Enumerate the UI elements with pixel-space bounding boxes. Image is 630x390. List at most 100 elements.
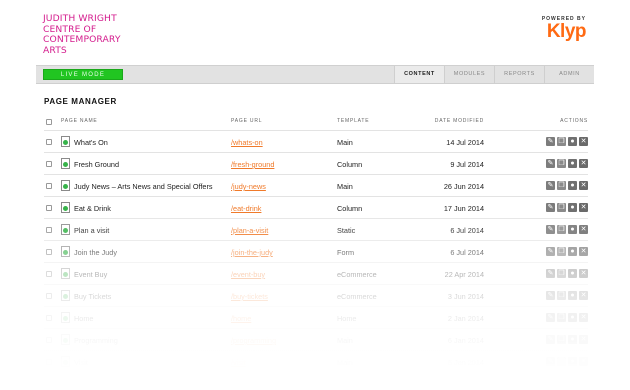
row-checkbox[interactable] bbox=[46, 293, 52, 299]
duplicate-icon[interactable]: ❐ bbox=[557, 313, 566, 322]
delete-icon[interactable]: ✕ bbox=[579, 247, 588, 256]
duplicate-icon[interactable]: ❐ bbox=[557, 247, 566, 256]
duplicate-icon[interactable]: ❐ bbox=[557, 159, 566, 168]
page-url-link[interactable]: /programming bbox=[231, 336, 276, 345]
delete-icon[interactable]: ✕ bbox=[579, 203, 588, 212]
row-checkbox[interactable] bbox=[46, 227, 52, 233]
edit-icon[interactable]: ✎ bbox=[546, 225, 555, 234]
page-url-link[interactable]: /buy-tickets bbox=[231, 292, 268, 301]
table-row[interactable]: What's On/whats-on Main 14 Jul 2014 ✎ ❐ ● ✕ bbox=[44, 130, 588, 152]
edit-icon[interactable]: ✎ bbox=[546, 291, 555, 300]
duplicate-icon[interactable]: ❐ bbox=[557, 181, 566, 190]
page-name[interactable]: Programming bbox=[74, 336, 118, 345]
page-name[interactable]: Buy Tickets bbox=[74, 292, 111, 301]
row-checkbox[interactable] bbox=[46, 183, 52, 189]
page-url-link[interactable]: /whats-on bbox=[231, 138, 263, 147]
preview-icon[interactable]: ● bbox=[568, 313, 577, 322]
page-name[interactable]: Fresh Ground bbox=[74, 160, 119, 169]
edit-icon[interactable]: ✎ bbox=[546, 203, 555, 212]
preview-icon[interactable]: ● bbox=[568, 357, 577, 366]
page-name[interactable]: Plan a visit bbox=[74, 226, 109, 235]
duplicate-icon[interactable]: ❐ bbox=[557, 269, 566, 278]
page-url-link[interactable]: /join-the-judy bbox=[231, 248, 273, 257]
delete-icon[interactable]: ✕ bbox=[579, 159, 588, 168]
table-row[interactable]: Programming/programming Main 6 Jan 2014 ✎ ❐ ●… bbox=[44, 328, 588, 350]
page-name[interactable]: Join the Judy bbox=[74, 248, 117, 257]
table-row[interactable]: Plan a visit/plan-a-visit Static 6 Jul 201… bbox=[44, 218, 588, 240]
row-checkbox[interactable] bbox=[46, 271, 52, 277]
preview-icon[interactable]: ● bbox=[568, 159, 577, 168]
table-row[interactable]: Home/home Home 2 Jan 2014 ✎ ❐ ● ✕ bbox=[44, 306, 588, 328]
preview-icon[interactable]: ● bbox=[568, 181, 577, 190]
page-url-link[interactable]: /visit bbox=[231, 358, 246, 367]
tab-content[interactable]: CONTENT bbox=[394, 66, 444, 83]
duplicate-icon[interactable]: ❐ bbox=[557, 335, 566, 344]
table-row[interactable]: Eat & Drink/eat-drink Column 17 Jun 2014 ✎ ❐… bbox=[44, 196, 588, 218]
preview-icon[interactable]: ● bbox=[568, 247, 577, 256]
table-row[interactable]: Visit/visit Main 6 Jan 2014 ✎ ❐ ● ✕ bbox=[44, 350, 588, 372]
duplicate-icon[interactable]: ❐ bbox=[557, 357, 566, 366]
table-row[interactable]: Event Buy/event-buy eCommerce 22 Apr 2014 ✎… bbox=[44, 262, 588, 284]
row-checkbox[interactable] bbox=[46, 359, 52, 365]
preview-icon[interactable]: ● bbox=[568, 291, 577, 300]
delete-icon[interactable]: ✕ bbox=[579, 313, 588, 322]
page-url-link[interactable]: /plan-a-visit bbox=[231, 226, 268, 235]
page-name[interactable]: Visit bbox=[74, 358, 88, 367]
row-actions: ✎ ❐ ● ✕ bbox=[546, 357, 588, 366]
duplicate-icon[interactable]: ❐ bbox=[557, 291, 566, 300]
tab-modules[interactable]: MODULES bbox=[444, 66, 494, 83]
edit-icon[interactable]: ✎ bbox=[546, 247, 555, 256]
table-row[interactable]: Fresh Ground/fresh-ground Column 9 Jul 201… bbox=[44, 152, 588, 174]
table-row[interactable]: Judy News – Arts News and Special Offers… bbox=[44, 174, 588, 196]
row-actions: ✎ ❐ ● ✕ bbox=[546, 203, 588, 212]
page-name[interactable]: Event Buy bbox=[74, 270, 107, 279]
delete-icon[interactable]: ✕ bbox=[579, 357, 588, 366]
duplicate-icon[interactable]: ❐ bbox=[557, 137, 566, 146]
tab-reports[interactable]: REPORTS bbox=[494, 66, 544, 83]
edit-icon[interactable]: ✎ bbox=[546, 159, 555, 168]
page-name[interactable]: Judy News – Arts News and Special Offers bbox=[74, 182, 213, 191]
live-mode-button[interactable]: LIVE MODE bbox=[43, 69, 123, 80]
edit-icon[interactable]: ✎ bbox=[546, 137, 555, 146]
edit-icon[interactable]: ✎ bbox=[546, 269, 555, 278]
select-all-checkbox[interactable] bbox=[46, 119, 52, 125]
duplicate-icon[interactable]: ❐ bbox=[557, 203, 566, 212]
brand-line: CONTEMPORARY bbox=[43, 34, 121, 45]
page-url-link[interactable]: /eat-drink bbox=[231, 204, 261, 213]
page-name[interactable]: What's On bbox=[74, 138, 108, 147]
preview-icon[interactable]: ● bbox=[568, 137, 577, 146]
edit-icon[interactable]: ✎ bbox=[546, 357, 555, 366]
column-header-name: PAGE NAME bbox=[61, 118, 98, 124]
duplicate-icon[interactable]: ❐ bbox=[557, 225, 566, 234]
preview-icon[interactable]: ● bbox=[568, 203, 577, 212]
page-url-link[interactable]: /event-buy bbox=[231, 270, 265, 279]
delete-icon[interactable]: ✕ bbox=[579, 269, 588, 278]
page-name[interactable]: Home bbox=[74, 314, 93, 323]
edit-icon[interactable]: ✎ bbox=[546, 335, 555, 344]
page-document-icon bbox=[61, 246, 70, 257]
page-name[interactable]: Eat & Drink bbox=[74, 204, 111, 213]
preview-icon[interactable]: ● bbox=[568, 225, 577, 234]
page-url-link[interactable]: /judy-news bbox=[231, 182, 266, 191]
tab-admin[interactable]: ADMIN bbox=[544, 66, 594, 83]
preview-icon[interactable]: ● bbox=[568, 269, 577, 278]
delete-icon[interactable]: ✕ bbox=[579, 291, 588, 300]
preview-icon[interactable]: ● bbox=[568, 335, 577, 344]
page-url-link[interactable]: /home bbox=[231, 314, 251, 323]
table-row[interactable]: Buy Tickets/buy-tickets eCommerce 3 Jun 20… bbox=[44, 284, 588, 306]
row-checkbox[interactable] bbox=[46, 205, 52, 211]
row-checkbox[interactable] bbox=[46, 337, 52, 343]
row-checkbox[interactable] bbox=[46, 139, 52, 145]
edit-icon[interactable]: ✎ bbox=[546, 313, 555, 322]
edit-icon[interactable]: ✎ bbox=[546, 181, 555, 190]
delete-icon[interactable]: ✕ bbox=[579, 181, 588, 190]
row-checkbox[interactable] bbox=[46, 315, 52, 321]
delete-icon[interactable]: ✕ bbox=[579, 335, 588, 344]
delete-icon[interactable]: ✕ bbox=[579, 225, 588, 234]
row-checkbox[interactable] bbox=[46, 249, 52, 255]
delete-icon[interactable]: ✕ bbox=[579, 137, 588, 146]
table-header: PAGE NAME PAGE URL TEMPLATE DATE MODIFIE… bbox=[44, 116, 588, 129]
table-row[interactable]: Join the Judy/join-the-judy Form 6 Jul 201… bbox=[44, 240, 588, 262]
row-checkbox[interactable] bbox=[46, 161, 52, 167]
page-url-link[interactable]: /fresh-ground bbox=[231, 160, 274, 169]
